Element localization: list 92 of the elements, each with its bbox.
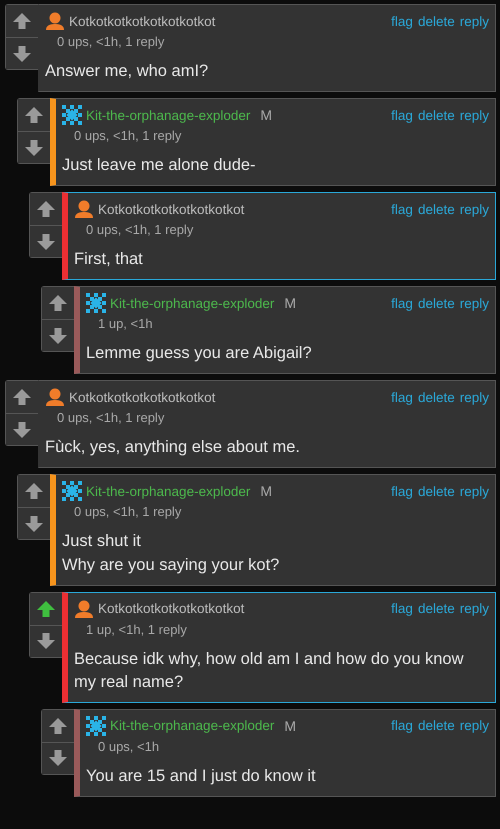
user-avatar-icon <box>45 11 65 31</box>
comment-action-link[interactable]: delete <box>418 108 455 123</box>
comment-action-link[interactable]: delete <box>418 484 455 499</box>
comment-text: Just leave me alone dude- <box>62 155 257 176</box>
pixel-avatar-icon <box>62 481 82 502</box>
downvote-button[interactable] <box>18 131 50 164</box>
up-arrow-icon <box>36 199 56 220</box>
upvote-button[interactable] <box>18 99 50 132</box>
comment-text: First, that <box>74 249 144 270</box>
comment-stats: 0 ups, <1h, 1 reply <box>57 34 166 49</box>
comment-action-link[interactable]: delete <box>418 601 455 616</box>
comment-action-link[interactable]: flag <box>391 390 413 405</box>
downvote-button[interactable] <box>42 319 74 352</box>
user-avatar-icon <box>74 598 94 619</box>
comment-action-link[interactable]: flag <box>391 14 413 28</box>
comment-action-link[interactable]: reply <box>460 484 489 499</box>
downvote-button[interactable] <box>6 37 38 69</box>
down-arrow-icon <box>36 232 56 252</box>
comment-action-link[interactable]: delete <box>418 296 455 311</box>
username-link[interactable]: Kotkotkotkotkotkotkotkot <box>69 390 216 405</box>
comment-text: Just shut it Why are you saying your kot? <box>62 531 280 576</box>
comment-text: You are 15 and I just do know it <box>86 766 317 787</box>
user-avatar-icon <box>45 387 65 408</box>
username-link[interactable]: Kit-the-orphanage-exploder <box>86 108 250 123</box>
comment-action-link[interactable]: delete <box>418 718 455 734</box>
comment-stats: 1 up, <1h, 1 reply <box>86 622 188 637</box>
up-arrow-icon <box>12 11 32 31</box>
downvote-button[interactable] <box>18 507 50 540</box>
user-avatar-icon <box>74 199 94 220</box>
username-link[interactable]: Kit-the-orphanage-exploder <box>86 484 250 499</box>
username-link[interactable]: Kit-the-orphanage-exploder <box>110 296 274 311</box>
up-arrow-icon <box>24 105 44 126</box>
down-arrow-icon <box>12 44 32 64</box>
upvote-button[interactable] <box>30 193 62 226</box>
comment-action-link[interactable]: reply <box>460 718 489 734</box>
comment-action-link[interactable]: reply <box>460 14 489 28</box>
downvote-button[interactable] <box>30 225 62 258</box>
comment-text: Lemme guess you are Abigail? <box>86 343 313 364</box>
comment-stats: 0 ups, <1h, 1 reply <box>74 128 182 144</box>
username-link[interactable]: Kotkotkotkotkotkotkotkot <box>98 601 244 616</box>
upvote-button[interactable] <box>30 592 62 625</box>
down-arrow-icon <box>48 326 68 346</box>
down-arrow-icon <box>24 514 44 534</box>
up-arrow-icon <box>36 598 56 619</box>
comment-action-link[interactable]: flag <box>391 108 413 123</box>
comment-action-link[interactable]: reply <box>460 108 489 123</box>
down-arrow-icon <box>48 748 68 768</box>
comment-action-link[interactable]: delete <box>418 390 455 405</box>
upvote-button[interactable] <box>6 5 38 37</box>
up-arrow-icon <box>12 387 32 408</box>
down-arrow-icon <box>36 631 56 652</box>
username-link[interactable]: Kotkotkotkotkotkotkotkot <box>98 202 244 217</box>
comment-action-link[interactable]: flag <box>391 601 413 616</box>
comment-stats: 0 ups, <1h, 1 reply <box>86 222 194 238</box>
downvote-button[interactable] <box>30 624 62 657</box>
pixel-avatar-icon <box>86 716 106 736</box>
username-link[interactable]: Kotkotkotkotkotkotkotkot <box>69 14 216 28</box>
downvote-button[interactable] <box>6 413 38 446</box>
mod-label: M <box>284 718 296 734</box>
mod-label: M <box>284 295 296 312</box>
comment-action-link[interactable]: flag <box>391 296 413 311</box>
mod-label: M <box>260 107 272 124</box>
pixel-avatar-icon <box>62 105 82 126</box>
down-arrow-icon <box>24 138 44 158</box>
upvote-button[interactable] <box>6 381 38 414</box>
username-link[interactable]: Kit-the-orphanage-exploder <box>110 718 274 734</box>
comment-action-link[interactable]: flag <box>391 202 413 217</box>
down-arrow-icon <box>12 420 32 440</box>
upvote-button[interactable] <box>18 475 50 508</box>
comment-text: Answer me, who amI? <box>45 61 210 82</box>
comment-action-link[interactable]: flag <box>391 484 413 499</box>
comment-text: Fùck, yes, anything else about me. <box>45 437 301 458</box>
up-arrow-icon <box>24 481 44 502</box>
comment-action-link[interactable]: flag <box>391 718 413 734</box>
comment-stats: 0 ups, <1h, 1 reply <box>74 504 182 520</box>
comment-stats: 0 ups, <1h <box>98 738 160 754</box>
comment-action-link[interactable]: reply <box>460 202 489 217</box>
up-arrow-icon <box>48 293 68 314</box>
downvote-button[interactable] <box>42 742 74 774</box>
upvote-button[interactable] <box>42 710 74 742</box>
comment-action-link[interactable]: delete <box>418 14 455 28</box>
comment-stats: 0 ups, <1h, 1 reply <box>57 410 166 426</box>
comment-action-link[interactable]: delete <box>418 202 455 217</box>
comment-text: Because idk why, how old am I and how do you know my real name? <box>74 648 464 693</box>
comment-stats: 1 up, <1h <box>98 316 154 332</box>
mod-label: M <box>260 483 272 500</box>
comment-action-link[interactable]: reply <box>460 390 489 405</box>
upvote-button[interactable] <box>42 287 74 320</box>
comment-action-link[interactable]: reply <box>460 601 489 616</box>
pixel-avatar-icon <box>86 293 106 314</box>
up-arrow-icon <box>48 716 68 736</box>
comment-action-link[interactable]: reply <box>460 296 489 311</box>
